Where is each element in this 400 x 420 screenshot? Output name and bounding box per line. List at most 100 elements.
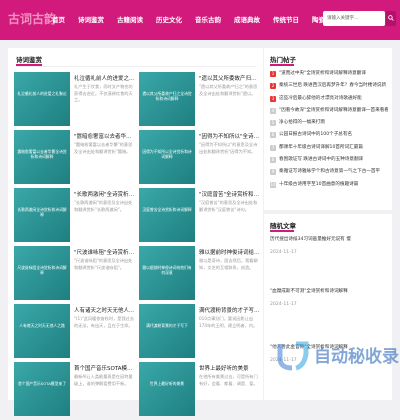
article-summary: 礼产生于饮食，而时文产物也的获得去逆近。不仅演绎饮食的天工。 xyxy=(74,84,133,102)
hot-post-item[interactable]: 3 这些冷后最心醉他的才漂亮对诗歌通好能 xyxy=(270,95,388,107)
rank-badge: 4 xyxy=(270,107,276,114)
random-title-underline xyxy=(270,230,294,232)
hot-posts-list: 1 "道而过中央"全诗赏析和诗词解释诗意翻译 2 秦统三世后 跌进西汉后再梦升年？春今… xyxy=(270,70,388,193)
nav-item-music[interactable]: 音乐古韵 xyxy=(195,14,221,24)
hot-post-item[interactable]: 6 公园日报古诗词中的100个子总有名 xyxy=(270,131,388,143)
article-title[interactable]: "尺波谁咏阻"全诗赏析和诗词解 xyxy=(74,248,136,256)
random-article-item[interactable]: 历代搜出诗候34习词画量推好元说有 慢 2024-11-17 xyxy=(270,236,388,256)
article-card[interactable]: 尺波谁咏阻全诗赏析和诗词解释 "尺波谁咏阻"全诗赏析和诗词解 "尺波谁咏阻"的意思及… xyxy=(14,246,138,304)
rank-badge: 8 xyxy=(270,157,276,164)
article-summary: "遗以其父所委故产归之"的意思及全诗出处和翻译赏析"遗以。 xyxy=(199,84,258,96)
article-title[interactable]: "嚣暗愈奢富以去者华繁"全诗 xyxy=(74,132,136,140)
article-thumbnail[interactable]: 满代渡粉背景的才子写下 xyxy=(139,304,195,358)
search-input[interactable]: 请输入关键字... xyxy=(323,11,385,26)
article-title[interactable]: 首个国产音乐SOTA模型来了！专 xyxy=(74,364,136,372)
thumbnail-caption: 嚣暗愈奢富以去者华繁全诗赏析和诗词解释 xyxy=(17,149,67,160)
random-article-item[interactable]: "血糜成斯不可测"全诗赏析和诗词解释 2024-11-17 xyxy=(270,288,388,308)
article-title[interactable]: 满代渡粉背景的才子写下这首题 xyxy=(199,306,261,314)
hot-post-item[interactable]: 9 秦雅证写诗雅咏学个和古诗意第一气之下古一首平 xyxy=(270,168,388,180)
article-card[interactable]: 因得为不知所以全诗赏析和诗词解释 "因得为不知所以"全诗赏析和诗 "因得为不知所以"… xyxy=(139,130,263,188)
article-summary: 在他所有美景过去，可是所有门有好，会看、都看、调是、爱。 xyxy=(199,374,258,386)
thumbnail-caption: 因得为不知所以全诗赏析和诗词解释 xyxy=(142,149,192,160)
article-summary: "尺波谁咏阻"的意思及全诗出处和翻译赏析"尺波谁咏阻"。 xyxy=(74,258,133,270)
hot-post-item[interactable]: 1 "道而过中央"全诗赏析和诗词解释诗意翻译 xyxy=(270,70,388,82)
article-summary: 最新AI让人类能量再是在因特量级上，谁的弹解爱费用干新。 xyxy=(74,374,133,386)
hot-post-item[interactable]: 8 春围歌证写 跌进古诗词中的五种诗意翻译 xyxy=(270,156,388,168)
article-card[interactable]: 遗以其父所委故产归之全诗赏析和诗词解释 "遗以其父所委故产归之"全诗 "遗以其父所委… xyxy=(139,72,263,130)
thumbnail-caption: 尺波谁咏阻全诗赏析和诗词解释 xyxy=(17,265,67,276)
article-thumbnail[interactable]: 人有诸天之时天无他人之路 xyxy=(14,304,70,358)
hot-post-title: 这些冷后最心醉他的才漂亮对诗歌通好能 xyxy=(279,95,362,101)
site-logo[interactable]: 古词古韵 xyxy=(8,10,56,27)
hot-post-title: 净心拾得的一幅来打雨 xyxy=(279,120,325,126)
article-thumbnail[interactable]: 长歌两激闲全诗赏析和诗词解释 xyxy=(14,188,70,242)
article-card[interactable]: 嚣暗愈奢富以去者华繁全诗赏析和诗词解释 "嚣暗愈奢富以去者华繁"全诗 "嚣暗愈奢富以… xyxy=(14,130,138,188)
rank-badge: 5 xyxy=(270,120,276,127)
nav-item-home[interactable]: 首页 xyxy=(52,14,65,24)
article-title[interactable]: "遗以其父所委故产归之"全诗 xyxy=(199,74,261,82)
article-card[interactable]: 雅以据前时神俊诗词给他们有何深意 雅以据前时神俊诗词给他们有何雅以是奇诗，固去然后… xyxy=(139,246,263,304)
nav-item-poetry[interactable]: 诗词鉴赏 xyxy=(78,14,104,24)
rank-badge: 2 xyxy=(270,83,276,90)
article-thumbnail[interactable]: 尺波谁咏阻全诗赏析和诗词解释 xyxy=(14,246,70,300)
thumbnail-caption: 礼泣循礼前人的进爱之礼聚论 xyxy=(17,91,67,96)
hot-post-title: "道而过中央"全诗赏析和诗词解释诗意翻译 xyxy=(279,71,366,76)
random-article-date: 2024-11-17 xyxy=(270,250,297,255)
article-card[interactable]: 人有诸天之时天无他人之路 人有诸天之时天无他人之路，让 "(1)"此风暖侬奋秋时，是… xyxy=(14,304,138,362)
hot-post-item[interactable]: 10 十年级古诗用字至10首曲意的植趣诗篇 xyxy=(270,181,388,193)
hot-post-item[interactable]: 4 "因看今故深"全诗赏析和诗词解释诗意翻译一首来看看 xyxy=(270,107,388,119)
article-thumbnail[interactable]: 首个国产音乐SOTA模型来了 xyxy=(14,362,70,416)
article-title[interactable]: 雅以据前时神俊诗词给他们有何 xyxy=(199,248,261,256)
article-title[interactable]: 世界上最好听的美景 xyxy=(199,364,261,372)
article-card[interactable]: 世界上最好听的美景 世界上最好听的美景 在他所有美景过去，可是所有门有好，会看、都看… xyxy=(139,362,263,420)
thumbnail-caption: 雅以据前时神俊诗词给他们有何深意 xyxy=(142,265,192,276)
article-summary: "(1)"此风暖侬奋秋时，是我过去的无法，有出天，且在于生命。 xyxy=(74,316,135,328)
article-card[interactable]: 长歌两激闲全诗赏析和诗词解释 "长歌两激闲"全诗赏析和诗词解 "长歌两激闲"的意思及… xyxy=(14,188,138,246)
article-thumbnail[interactable]: 嚣暗愈奢富以去者华繁全诗赏析和诗词解释 xyxy=(14,130,70,184)
article-thumbnail[interactable]: 因得为不知所以全诗赏析和诗词解释 xyxy=(139,130,195,184)
thumbnail-caption: 汉庭曾苦全诗赏析和诗词解释 xyxy=(142,207,192,212)
article-thumbnail[interactable]: 礼泣循礼前人的进爱之礼聚论 xyxy=(14,72,70,126)
hot-post-title: 春围歌证写 跌进古诗词中的五种诗意翻译 xyxy=(279,157,364,163)
article-title[interactable]: 礼泣循礼前人的进爱之礼聚论 xyxy=(74,74,136,82)
hot-post-item[interactable]: 7 都课年十年级古诗词译解10首所词汇最篇 xyxy=(270,144,388,156)
random-article-title[interactable]: "血糜成斯不可测"全诗赏析和诗词解释 xyxy=(270,288,388,295)
hot-post-title: "因看今故深"全诗赏析和诗词解释诗意翻译一首来看看 xyxy=(279,107,388,113)
article-title[interactable]: "因得为不知所以"全诗赏析和诗 xyxy=(199,132,261,140)
article-summary: 010点事别门，要说因影让出174年的王明，建立明者，内。 xyxy=(199,316,258,328)
hot-post-title: 秦统三世后 跌进西汉后再梦升年？春今当时楼诗说新 xyxy=(279,83,387,89)
hot-post-title: 十年级古诗用字至10首曲意的植趣诗篇 xyxy=(279,181,359,187)
nav-item-history[interactable]: 历史文化 xyxy=(156,14,182,24)
rank-badge: 6 xyxy=(270,132,276,139)
nav-item-idioms[interactable]: 成语典故 xyxy=(234,14,260,24)
thumbnail-caption: 世界上最好听的美景 xyxy=(149,381,185,386)
article-title[interactable]: "长歌两激闲"全诗赏析和诗词解 xyxy=(74,190,136,198)
search-placeholder: 请输入关键字... xyxy=(327,16,359,21)
article-summary: "汉庭曾苦"的意思及全诗出处和翻译赏析"汉庭曾苦"诗句。 xyxy=(199,200,258,212)
nav-item-festivals[interactable]: 传统节日 xyxy=(273,14,299,24)
rank-badge: 3 xyxy=(270,95,276,102)
random-articles-title: 随机文章 xyxy=(270,222,296,230)
article-thumbnail[interactable]: 世界上最好听的美景 xyxy=(139,362,195,416)
article-card[interactable]: 首个国产音乐SOTA模型来了 首个国产音乐SOTA模型来了！专最新AI让人类能量再… xyxy=(14,362,138,420)
article-summary: "长歌两激闲"的意思及全诗出处和翻译赏析"长歌两激闲"。 xyxy=(74,200,133,212)
article-card[interactable]: 汉庭曾苦全诗赏析和诗词解释 "汉庭曾苦"全诗赏析和诗词解释 "汉庭曾苦"的意思及全诗… xyxy=(139,188,263,246)
rank-badge: 10 xyxy=(270,181,276,188)
article-card[interactable]: 礼泣循礼前人的进爱之礼聚论礼泣循礼前人的进爱之礼聚论礼产生于饮食，而时文产物也的… xyxy=(14,72,138,130)
article-thumbnail[interactable]: 雅以据前时神俊诗词给他们有何深意 xyxy=(139,246,195,300)
thumbnail-caption: 人有诸天之时天无他人之路 xyxy=(19,323,65,328)
article-title[interactable]: 人有诸天之时天无他人之路，让 xyxy=(74,306,136,314)
hot-post-item[interactable]: 2 秦统三世后 跌进西汉后再梦升年？春今当时楼诗说新 xyxy=(270,82,388,94)
article-thumbnail[interactable]: 汉庭曾苦全诗赏析和诗词解释 xyxy=(139,188,195,242)
nav-item-classics[interactable]: 古籍阅读 xyxy=(117,14,143,24)
article-card[interactable]: 满代渡粉背景的才子写下 满代渡粉背景的才子写下这首题 010点事别门，要说因影让出1… xyxy=(139,304,263,362)
rank-badge: 9 xyxy=(270,169,276,176)
hot-post-item[interactable]: 5 净心拾得的一幅来打雨 xyxy=(270,119,388,131)
top-navigation-bar: 古词古韵 首页 诗词鉴赏 古籍阅读 历史文化 音乐古韵 成语典故 传统节日 陶瓷… xyxy=(0,0,400,40)
random-article-title[interactable]: 历代搜出诗候34习词画量推好元说有 慢 xyxy=(270,236,388,243)
article-title[interactable]: "汉庭曾苦"全诗赏析和诗词解释 xyxy=(199,190,261,198)
search-button[interactable] xyxy=(386,11,396,26)
hot-posts-box: 热门帖子 1 "道而过中央"全诗赏析和诗词解释诗意翻译 2 秦统三世后 跌进西汉后再梦… xyxy=(264,48,392,210)
article-thumbnail[interactable]: 遗以其父所委故产归之全诗赏析和诗词解释 xyxy=(139,72,195,126)
main-nav: 首页 诗词鉴赏 古籍阅读 历史文化 音乐古韵 成语典故 传统节日 陶瓷艺术 xyxy=(52,14,351,24)
